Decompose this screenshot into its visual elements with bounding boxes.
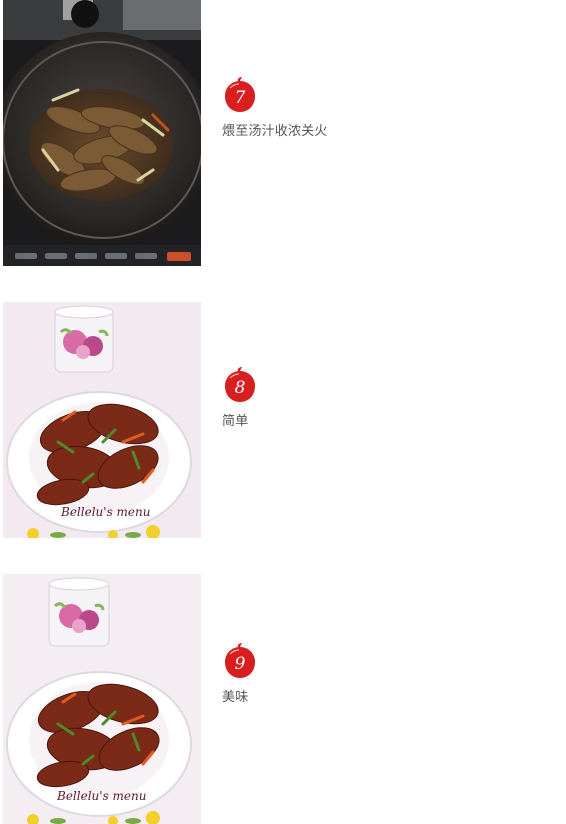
step-7-info: 7 煨至汤汁收浓关火 <box>222 76 328 139</box>
step-number: 7 <box>235 88 246 108</box>
step-description: 简单 <box>222 414 249 429</box>
step-9-info: 9 美味 <box>222 642 258 705</box>
recipe-steps-page: 7 煨至汤汁收浓关火 Bellelu's menu 8 简单 Bellelu's… <box>0 0 566 824</box>
plated-fish-dish-photo: Bellelu's menu <box>3 574 201 824</box>
recipe-step-8: Bellelu's menu 8 简单 <box>0 302 566 538</box>
wok-fish-cooking-photo <box>3 0 201 266</box>
step-7-photo <box>3 0 201 266</box>
step-number: 8 <box>235 378 246 398</box>
step-8-info: 8 简单 <box>222 366 258 429</box>
recipe-step-9: Bellelu's menu 9 美味 <box>0 574 566 824</box>
recipe-step-7: 7 煨至汤汁收浓关火 <box>0 0 566 266</box>
step-description: 美味 <box>222 690 249 705</box>
step-number-badge-icon: 8 <box>225 367 255 402</box>
step-9-photo: Bellelu's menu <box>3 574 201 824</box>
step-number-badge-icon: 9 <box>225 643 255 678</box>
photo-watermark: Bellelu's menu <box>56 789 146 803</box>
step-description: 煨至汤汁收浓关火 <box>222 124 328 139</box>
step-8-photo: Bellelu's menu <box>3 302 201 538</box>
step-number-badge-icon: 7 <box>225 77 255 112</box>
step-number: 9 <box>235 654 246 674</box>
plated-fish-dish-photo: Bellelu's menu <box>3 302 201 538</box>
photo-watermark: Bellelu's menu <box>60 505 150 519</box>
